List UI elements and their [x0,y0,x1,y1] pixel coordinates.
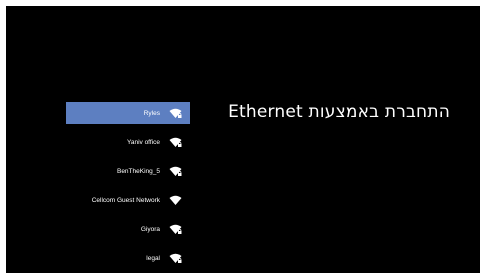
network-name: Giyora [140,225,160,233]
network-name: legal [146,254,160,262]
network-item-bentheking-5[interactable]: BenTheKing_5 [66,160,190,182]
network-name: Yaniv office [126,138,160,146]
network-name: Ryles [143,109,160,117]
wifi-locked-icon [169,166,182,177]
network-item-ryles[interactable]: Ryles [66,102,190,124]
wifi-locked-icon [169,224,182,235]
wifi-locked-icon [169,108,182,119]
network-item-giyora[interactable]: Giyora [66,218,190,240]
network-name: Cellcom Guest Network [91,196,160,204]
network-item-cellcom-guest[interactable]: Cellcom Guest Network [66,189,190,211]
network-item-yaniv-office[interactable]: Yaniv office [66,131,190,153]
network-name: BenTheKing_5 [116,167,160,175]
tv-screen: התחברת באמצעות Ethernet Ryles Yaniv offi… [6,6,480,273]
wifi-icon [169,195,182,206]
wifi-network-list: Ryles Yaniv office BenTheKing_5 Cellcom … [66,102,190,273]
page-title: התחברת באמצעות Ethernet [228,102,450,122]
wifi-locked-icon [169,137,182,148]
network-item-legal[interactable]: legal [66,247,190,269]
wifi-locked-icon [169,253,182,264]
